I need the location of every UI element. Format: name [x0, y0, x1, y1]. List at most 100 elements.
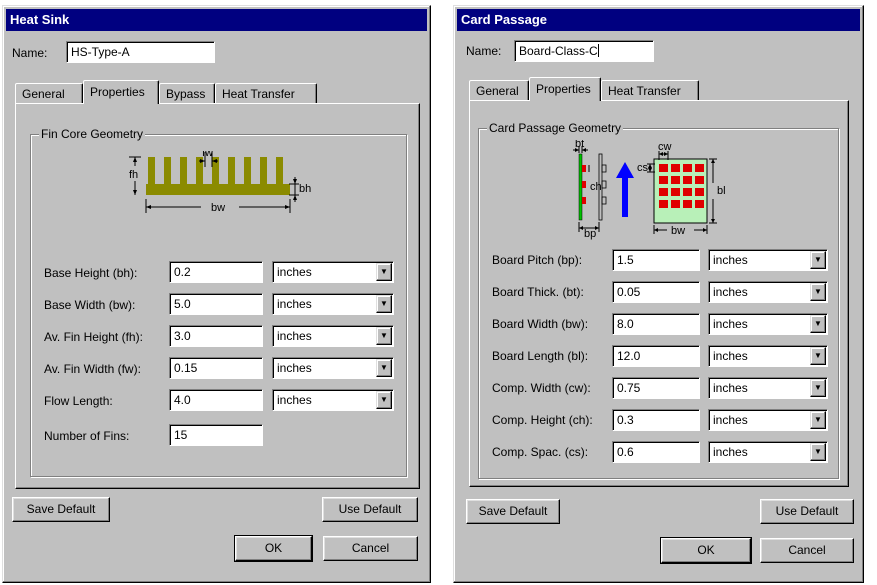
label-bp: bp	[584, 228, 596, 240]
cancel-button[interactable]: Cancel	[760, 538, 854, 563]
tab-general[interactable]: General	[469, 80, 529, 100]
comp-width-input[interactable]: 0.75	[612, 377, 700, 399]
dropdown-arrow-icon[interactable]: ▼	[810, 315, 826, 333]
base-width-label: Base Width (bw):	[44, 298, 136, 312]
board-thick-unit-select[interactable]: inches ▼	[708, 281, 828, 303]
comp-width-value: 0.75	[617, 381, 641, 395]
board-pitch-input[interactable]: 1.5	[612, 249, 700, 271]
tab-general[interactable]: General	[15, 83, 83, 103]
board-width-label: Board Width (bw):	[492, 317, 589, 331]
name-input[interactable]: Board-Class-C	[514, 40, 654, 62]
base-height-unit-select[interactable]: inches ▼	[272, 261, 394, 283]
label-bt: bt	[575, 140, 584, 150]
dropdown-arrow-icon[interactable]: ▼	[376, 295, 392, 313]
board-width-unit-select[interactable]: inches ▼	[708, 313, 828, 335]
comp-spacing-unit-select[interactable]: inches ▼	[708, 441, 828, 463]
flow-length-unit-select[interactable]: inches ▼	[272, 389, 394, 411]
flow-direction-arrow-icon	[616, 162, 634, 217]
tab-heat-transfer[interactable]: Heat Transfer	[601, 80, 699, 100]
fin-height-unit-select[interactable]: inches ▼	[272, 325, 394, 347]
card-passage-tabstrip: General Properties Heat Transfer	[469, 77, 769, 101]
fin-array	[146, 157, 290, 195]
dropdown-arrow-icon[interactable]: ▼	[810, 283, 826, 301]
use-default-button[interactable]: Use Default	[322, 497, 418, 522]
card-passage-dialog: Card Passage Name: Board-Class-C General…	[453, 5, 864, 583]
tab-properties[interactable]: Properties	[529, 77, 601, 101]
dropdown-arrow-icon[interactable]: ▼	[376, 327, 392, 345]
fin-width-input[interactable]: 0.15	[169, 357, 263, 379]
dropdown-arrow-icon[interactable]: ▼	[376, 359, 392, 377]
label-fw: fw	[202, 151, 213, 159]
save-default-button[interactable]: Save Default	[12, 497, 110, 522]
properties-panel: Card Passage Geometry bt ch bp cw cs bl …	[469, 100, 849, 487]
properties-panel: Fin Core Geometry fw fh bh bw Base Heigh…	[15, 103, 420, 489]
comp-height-unit-select[interactable]: inches ▼	[708, 409, 828, 431]
unit-value: inches	[713, 445, 748, 459]
ok-button[interactable]: OK	[234, 535, 313, 562]
flow-length-input[interactable]: 4.0	[169, 389, 263, 411]
label-cs: cs	[637, 162, 649, 174]
unit-value: inches	[713, 381, 748, 395]
base-width-input[interactable]: 5.0	[169, 293, 263, 315]
fin-width-unit-select[interactable]: inches ▼	[272, 357, 394, 379]
card-passage-diagram: bt ch bp cw cs bl bw	[573, 140, 726, 240]
base-height-input[interactable]: 0.2	[169, 261, 263, 283]
heat-sink-tabstrip: General Properties Bypass Heat Transfer	[15, 80, 415, 104]
label-bl: bl	[717, 185, 726, 197]
board-thick-label: Board Thick. (bt):	[492, 285, 584, 299]
fin-height-label: Av. Fin Height (fh):	[44, 330, 143, 344]
label-bh: bh	[299, 183, 311, 195]
dropdown-arrow-icon[interactable]: ▼	[810, 411, 826, 429]
ok-button[interactable]: OK	[660, 537, 752, 564]
dropdown-arrow-icon[interactable]: ▼	[376, 391, 392, 409]
base-height-value: 0.2	[174, 265, 191, 279]
comp-width-label: Comp. Width (cw):	[492, 381, 591, 395]
number-of-fins-input[interactable]: 15	[169, 424, 263, 446]
dropdown-arrow-icon[interactable]: ▼	[810, 251, 826, 269]
comp-height-value: 0.3	[617, 413, 634, 427]
dropdown-arrow-icon[interactable]: ▼	[810, 379, 826, 397]
board-thick-value: 0.05	[617, 285, 641, 299]
tab-heat-transfer[interactable]: Heat Transfer	[215, 83, 317, 103]
name-input[interactable]: HS-Type-A	[66, 41, 215, 63]
board-length-input[interactable]: 12.0	[612, 345, 700, 367]
unit-value: inches	[713, 349, 748, 363]
label-ch: ch	[590, 181, 602, 193]
tab-bypass[interactable]: Bypass	[159, 83, 215, 103]
fin-height-input[interactable]: 3.0	[169, 325, 263, 347]
label-bw: bw	[211, 202, 225, 214]
group-title: Fin Core Geometry	[39, 127, 146, 141]
dropdown-arrow-icon[interactable]: ▼	[376, 263, 392, 281]
dropdown-arrow-icon[interactable]: ▼	[810, 347, 826, 365]
label-cw: cw	[658, 141, 672, 153]
board-pitch-unit-select[interactable]: inches ▼	[708, 249, 828, 271]
cancel-button[interactable]: Cancel	[323, 536, 418, 561]
text-caret	[597, 44, 599, 57]
board-thick-input[interactable]: 0.05	[612, 281, 700, 303]
comp-spacing-input[interactable]: 0.6	[612, 441, 700, 463]
unit-value: inches	[277, 361, 312, 375]
group-title: Card Passage Geometry	[487, 121, 624, 135]
number-of-fins-value: 15	[174, 428, 188, 442]
save-default-button[interactable]: Save Default	[466, 499, 560, 524]
comp-height-label: Comp. Height (ch):	[492, 413, 593, 427]
board-width-input[interactable]: 8.0	[612, 313, 700, 335]
dropdown-arrow-icon[interactable]: ▼	[810, 443, 826, 461]
use-default-button[interactable]: Use Default	[760, 499, 854, 524]
heat-sink-titlebar: Heat Sink	[6, 9, 427, 31]
comp-spacing-label: Comp. Spac. (cs):	[492, 445, 589, 459]
board-pitch-label: Board Pitch (bp):	[492, 253, 583, 267]
unit-value: inches	[277, 265, 312, 279]
board-length-unit-select[interactable]: inches ▼	[708, 345, 828, 367]
flow-length-value: 4.0	[174, 393, 191, 407]
number-of-fins-label: Number of Fins:	[44, 429, 130, 443]
card-passage-titlebar: Card Passage	[457, 9, 860, 31]
tab-properties[interactable]: Properties	[83, 80, 159, 104]
unit-value: inches	[277, 297, 312, 311]
base-width-unit-select[interactable]: inches ▼	[272, 293, 394, 315]
fin-width-label: Av. Fin Width (fw):	[44, 362, 141, 376]
comp-width-unit-select[interactable]: inches ▼	[708, 377, 828, 399]
name-label: Name:	[12, 46, 48, 60]
comp-height-input[interactable]: 0.3	[612, 409, 700, 431]
comp-spacing-value: 0.6	[617, 445, 634, 459]
